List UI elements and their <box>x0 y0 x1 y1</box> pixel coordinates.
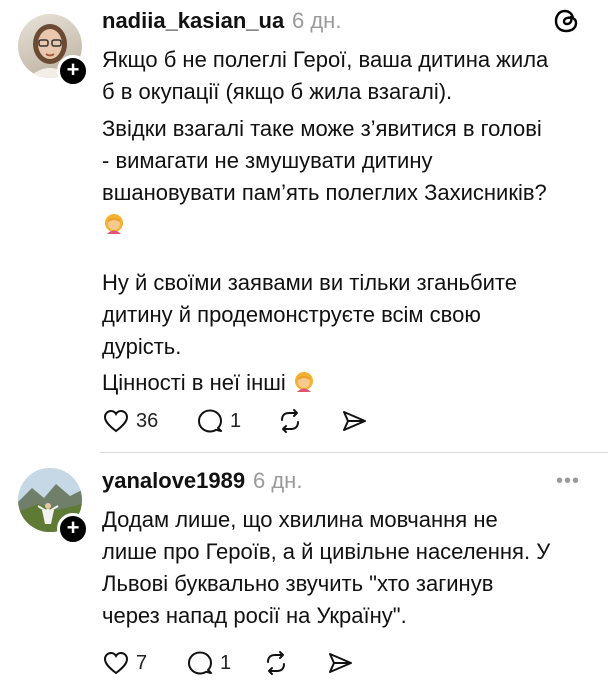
follow-plus-button[interactable]: + <box>57 55 89 87</box>
text-line: через напад росії на Україну". <box>102 603 407 628</box>
username[interactable]: yanalove1989 <box>102 468 245 494</box>
like-button[interactable]: 7 <box>102 648 147 678</box>
post-text: Додам лише, що хвилина мовчання не лише … <box>102 504 550 632</box>
heart-icon <box>103 651 129 675</box>
text-line: Львові буквально звучить "хто загинув <box>102 571 494 596</box>
text-line: лише про Героїв, а й цивільне населення.… <box>102 539 551 564</box>
text-line: Цінності в неї інші <box>102 367 548 399</box>
text-line: дитину й продемонструєте всім свою <box>102 302 481 327</box>
text-line: дурість. <box>102 334 182 359</box>
like-count: 7 <box>136 651 148 674</box>
share-icon <box>329 653 352 673</box>
timestamp: 6 дн. <box>292 8 342 33</box>
repost-icon <box>267 651 285 675</box>
text-line: Додам лише, що хвилина мовчання не <box>102 507 498 532</box>
repost-button[interactable] <box>276 406 304 436</box>
reply-button[interactable]: 1 <box>186 648 231 678</box>
reply-count: 1 <box>230 409 242 432</box>
post-yanalove: + yanalove1989 6 дн. ••• Додам лише, що … <box>0 452 608 694</box>
woman-facepalming-emoji <box>294 372 313 392</box>
timestamp: 6 дн. <box>253 468 303 493</box>
post-text: Якщо б не полеглі Герої, ваша дитина жил… <box>102 44 548 399</box>
like-button[interactable]: 36 <box>102 406 158 436</box>
threads-logo-icon[interactable] <box>552 6 582 36</box>
heart-icon <box>103 409 129 433</box>
woman-facepalming-emoji <box>105 214 123 234</box>
text-line: Ну й своїми заявами ви тільки зганьбите <box>102 270 517 295</box>
text-line: Якщо б не полеглі Герої, ваша дитина жил… <box>102 47 549 72</box>
username[interactable]: nadiia_kasian_ua <box>102 8 284 34</box>
share-button[interactable] <box>326 648 354 678</box>
text-line: - вимагати не змушувати дитину <box>102 148 433 173</box>
share-button[interactable] <box>340 406 368 436</box>
reply-count: 1 <box>220 651 232 674</box>
repost-button[interactable] <box>262 648 290 678</box>
text-line: б в окупації (якщо б жила взагалі). <box>102 79 453 104</box>
emoji-line <box>102 209 548 241</box>
last-line-text: Цінності в неї інші <box>102 370 286 395</box>
comment-icon <box>188 651 212 675</box>
text-line: Звідки взагалі таке може з’явитися в гол… <box>102 116 542 141</box>
repost-icon <box>281 409 299 433</box>
more-icon[interactable]: ••• <box>556 470 580 493</box>
like-count: 36 <box>136 409 159 432</box>
follow-plus-button[interactable]: + <box>57 513 89 545</box>
share-icon <box>343 411 366 431</box>
text-line: вшановувати пам’ять полеглих Захисників? <box>102 180 547 205</box>
post-nadiia: + nadiia_kasian_ua 6 дн. Якщо б не полег… <box>0 0 608 452</box>
comment-icon <box>198 409 222 433</box>
reply-button[interactable]: 1 <box>196 406 241 436</box>
